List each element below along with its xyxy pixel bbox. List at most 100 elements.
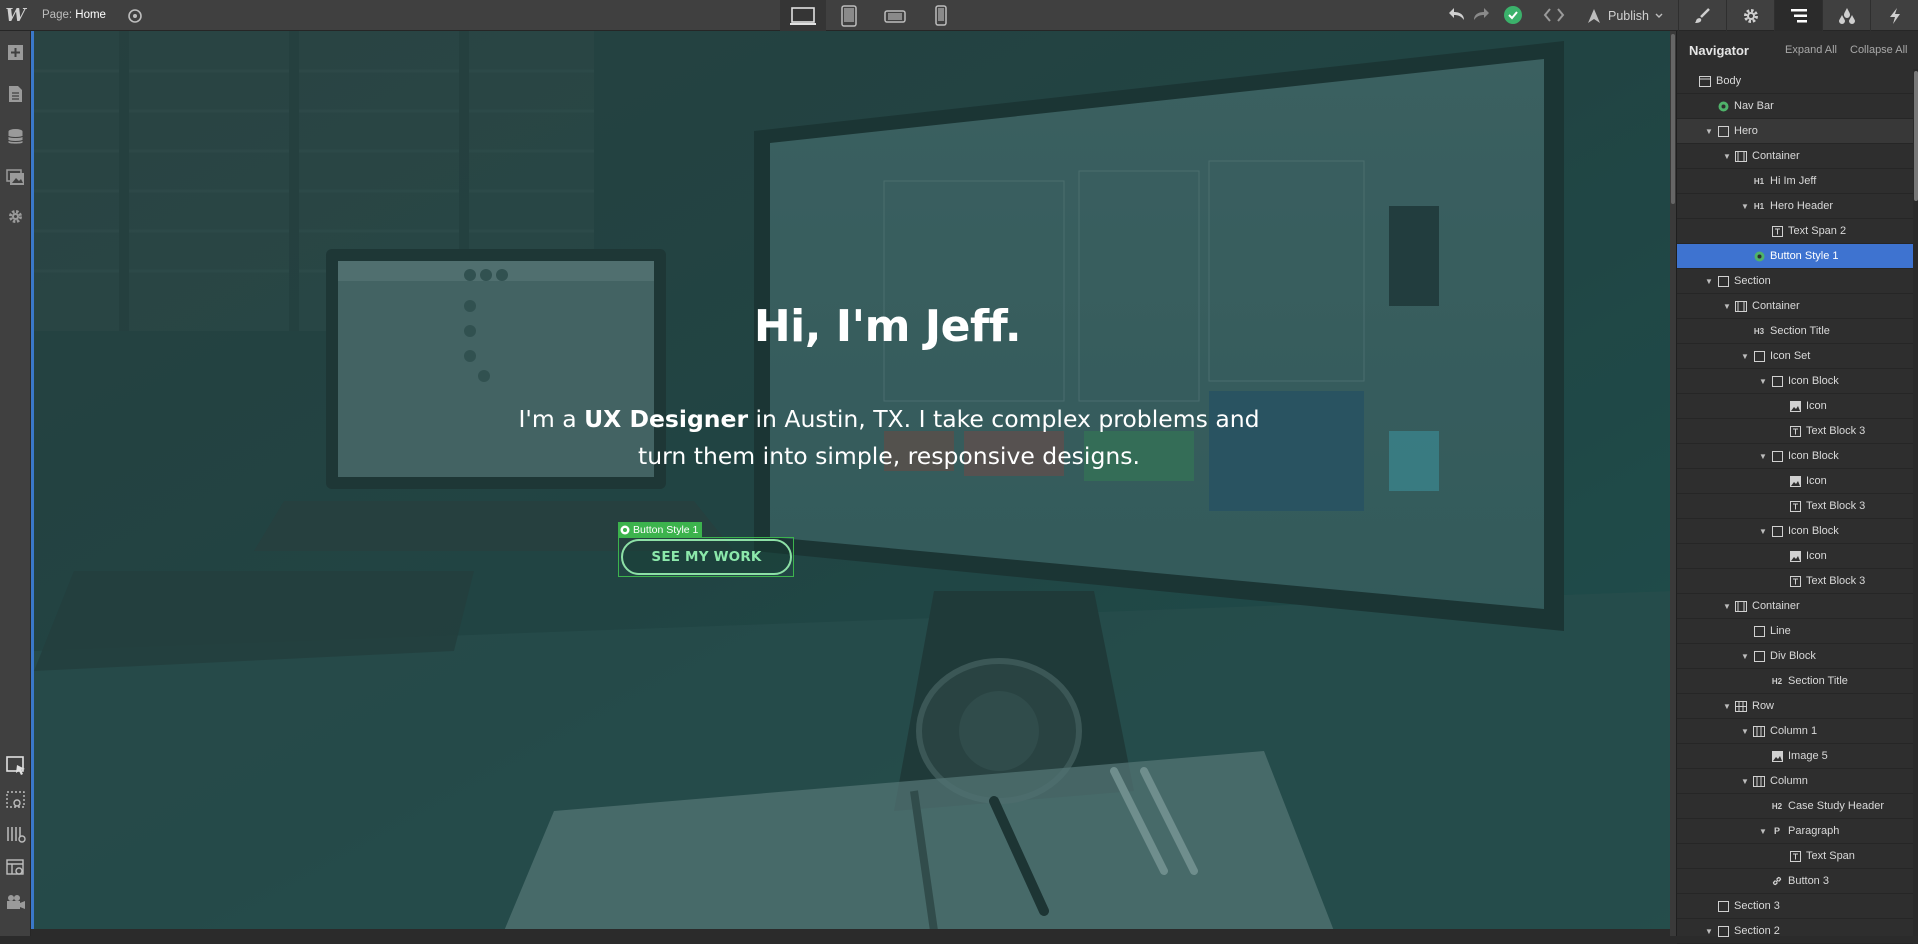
assets-icon[interactable] — [5, 167, 26, 188]
selected-element-tag[interactable]: Button Style 1 — [618, 522, 703, 537]
navigator-node-label: Div Block — [1770, 650, 1816, 662]
expand-caret-icon[interactable]: ▼ — [1722, 602, 1732, 611]
mobile-portrait-icon[interactable] — [918, 0, 964, 31]
expand-caret-icon[interactable]: ▼ — [1758, 827, 1768, 836]
collapse-all-link[interactable]: Collapse All — [1850, 44, 1907, 56]
video-tutorial-icon[interactable] — [5, 891, 26, 912]
selected-element-label: Button Style 1 — [633, 524, 699, 536]
navigator-node[interactable]: ▼ Section 2 — [1677, 919, 1913, 944]
hero-heading[interactable]: Hi, I'm Jeff. — [714, 301, 1061, 352]
undo-icon[interactable] — [1448, 6, 1468, 24]
box-icon — [1717, 925, 1729, 937]
expand-caret-icon[interactable]: ▼ — [1740, 652, 1750, 661]
navigator-node[interactable]: ▼ P Paragraph — [1677, 819, 1913, 844]
navigator-node[interactable]: Line — [1677, 619, 1913, 644]
expand-all-link[interactable]: Expand All — [1785, 44, 1837, 56]
navigator-node[interactable]: ▼ Row — [1677, 694, 1913, 719]
box-icon — [1771, 525, 1783, 537]
box-icon — [1753, 650, 1765, 662]
webflow-logo-icon[interactable]: W — [0, 0, 31, 31]
container-icon — [1735, 600, 1747, 612]
tablet-icon[interactable] — [826, 0, 872, 31]
navigator-node[interactable]: ▼ Icon Block — [1677, 519, 1913, 544]
mobile-landscape-icon[interactable] — [872, 0, 918, 31]
hero-background-image — [34, 31, 1671, 931]
expand-caret-icon[interactable]: ▼ — [1722, 702, 1732, 711]
expand-caret-icon[interactable]: ▼ — [1740, 777, 1750, 786]
navigator-node[interactable]: ▼ Div Block — [1677, 644, 1913, 669]
navigator-node[interactable]: Text Block 3 — [1677, 569, 1913, 594]
hero-paragraph[interactable]: I'm a UX Designer in Austin, TX. I take … — [504, 401, 1274, 475]
expand-caret-icon[interactable]: ▼ — [1704, 277, 1714, 286]
page-selector[interactable]: Page: Home — [42, 9, 106, 21]
navigator-node[interactable]: Icon — [1677, 469, 1913, 494]
navigator-node[interactable]: ▼ Icon Block — [1677, 444, 1913, 469]
navigator-icon[interactable] — [1774, 0, 1822, 31]
box-icon — [1717, 275, 1729, 287]
navigator-node[interactable]: Icon — [1677, 544, 1913, 569]
page-label: Page: — [42, 9, 73, 21]
expand-caret-icon[interactable]: ▼ — [1740, 727, 1750, 736]
preview-eye-icon[interactable] — [124, 6, 146, 26]
navigator-panel: Navigator Expand All Collapse All Body Na… — [1676, 31, 1918, 944]
navigator-node[interactable]: ▼ Column 1 — [1677, 719, 1913, 744]
pages-icon[interactable] — [5, 83, 26, 104]
navigator-node[interactable]: Button 3 — [1677, 869, 1913, 894]
interactions-bolt-icon[interactable] — [1870, 0, 1918, 31]
expand-caret-icon[interactable]: ▼ — [1758, 377, 1768, 386]
expand-caret-icon[interactable]: ▼ — [1704, 927, 1714, 936]
style-manager-drops-icon[interactable] — [1822, 0, 1870, 31]
navigator-node[interactable]: Text Span 2 — [1677, 219, 1913, 244]
expand-caret-icon[interactable]: ▼ — [1704, 127, 1714, 136]
navigator-node[interactable]: ▼ Container — [1677, 594, 1913, 619]
code-export-icon[interactable] — [1542, 6, 1566, 29]
navigator-node[interactable]: Text Span — [1677, 844, 1913, 869]
navigator-node[interactable]: Text Block 3 — [1677, 419, 1913, 444]
expand-caret-icon[interactable]: ▼ — [1722, 302, 1732, 311]
see-my-work-button[interactable]: SEE MY WORK — [621, 539, 792, 575]
cms-icon[interactable] — [5, 126, 26, 147]
navigator-node[interactable]: H2 Section Title — [1677, 669, 1913, 694]
style-brush-icon[interactable] — [1678, 0, 1726, 31]
navigator-node[interactable]: Section 3 — [1677, 894, 1913, 919]
navigator-node[interactable]: ▼ Hero — [1677, 119, 1913, 144]
navigator-node[interactable]: H1 Hi Im Jeff — [1677, 169, 1913, 194]
redo-icon[interactable] — [1470, 6, 1490, 24]
navigator-node[interactable]: Icon — [1677, 394, 1913, 419]
navigator-node[interactable]: ▼ Section — [1677, 269, 1913, 294]
navigator-node[interactable]: Text Block 3 — [1677, 494, 1913, 519]
settings-icon[interactable] — [5, 206, 26, 227]
grid-overlay-icon[interactable] — [5, 823, 26, 844]
expand-caret-icon[interactable]: ▼ — [1740, 202, 1750, 211]
navigator-node[interactable]: ▼ H1 Hero Header — [1677, 194, 1913, 219]
settings-gear-icon[interactable] — [1726, 0, 1774, 31]
expand-caret-icon[interactable]: ▼ — [1722, 152, 1732, 161]
expand-caret-icon[interactable]: ▼ — [1740, 352, 1750, 361]
design-canvas[interactable]: Hi, I'm Jeff. I'm a UX Designer in Austi… — [31, 31, 1671, 931]
navigator-node[interactable]: ▼ Column — [1677, 769, 1913, 794]
navigator-node[interactable]: H3 Section Title — [1677, 319, 1913, 344]
navigator-node[interactable]: Button Style 1 — [1677, 244, 1913, 269]
add-panel-icon[interactable] — [5, 42, 26, 63]
box-icon — [1717, 125, 1729, 137]
image-icon — [1789, 400, 1801, 412]
publish-button[interactable]: Publish — [1586, 0, 1663, 31]
xray-icon[interactable] — [5, 857, 26, 878]
select-element-icon[interactable] — [5, 755, 26, 776]
navigator-node[interactable]: ▼ Icon Set — [1677, 344, 1913, 369]
desktop-icon[interactable] — [780, 0, 826, 31]
navigator-node[interactable]: Body — [1677, 69, 1913, 94]
navigator-node[interactable]: ▼ Container — [1677, 144, 1913, 169]
expand-caret-icon[interactable]: ▼ — [1758, 452, 1768, 461]
navigator-scroll-thumb[interactable] — [1914, 71, 1918, 201]
navigator-node[interactable]: ▼ Icon Block — [1677, 369, 1913, 394]
h3-icon: H3 — [1753, 326, 1765, 336]
canvas-scroll-thumb[interactable] — [1671, 34, 1675, 204]
navigator-node[interactable]: ▼ Container — [1677, 294, 1913, 319]
box-icon — [1771, 375, 1783, 387]
navigator-node[interactable]: Nav Bar — [1677, 94, 1913, 119]
expand-caret-icon[interactable]: ▼ — [1758, 527, 1768, 536]
navigator-node[interactable]: Image 5 — [1677, 744, 1913, 769]
navigator-node[interactable]: H2 Case Study Header — [1677, 794, 1913, 819]
preview-outline-icon[interactable] — [5, 789, 26, 810]
